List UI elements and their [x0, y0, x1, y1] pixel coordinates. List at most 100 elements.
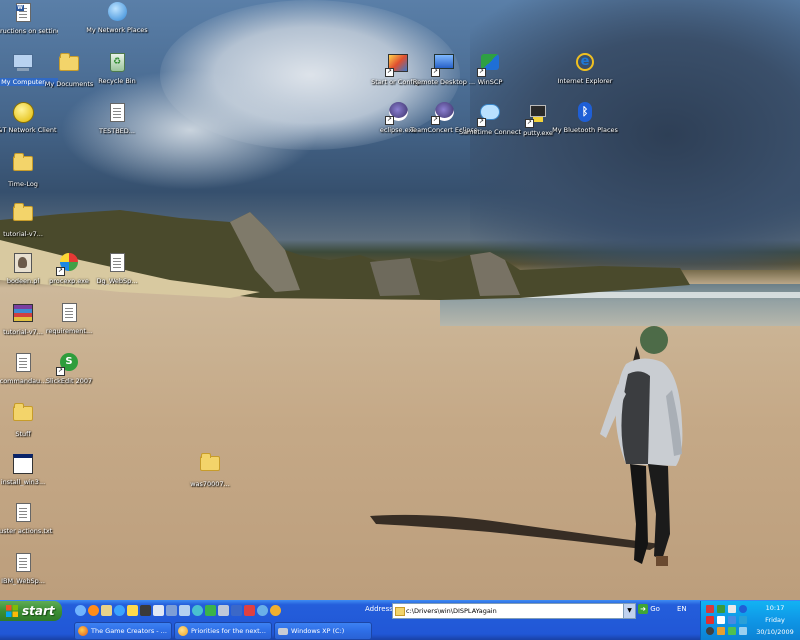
sametime-icon: ↗	[477, 104, 501, 127]
desktop-icon-label: TESTBED...	[99, 127, 135, 135]
taskbar-button-game-creators[interactable]: The Game Creators - ...	[74, 622, 172, 640]
folder-icon	[12, 403, 34, 428]
process-explorer-icon: ↗	[56, 253, 80, 276]
tray-security-icon[interactable]	[717, 627, 725, 635]
desktop-icon-requirements[interactable]: requirement...	[34, 301, 104, 335]
taskbar-button-windows-xp-c[interactable]: Windows XP (C:)	[274, 622, 372, 640]
desktop-icon-label: requirement...	[45, 327, 93, 335]
config-shortcut-icon: ↗	[385, 54, 409, 77]
remote-desktop-icon: ↗	[431, 54, 455, 77]
quick-launch-folder-icon[interactable]	[127, 605, 138, 616]
tray-alert-icon[interactable]	[706, 616, 714, 624]
desktop-icon-label: Recycle Bin	[98, 77, 136, 85]
go-button[interactable]: ➜ Go	[638, 604, 668, 616]
folder-icon	[12, 203, 34, 228]
tray-antivirus-icon[interactable]	[706, 605, 714, 613]
address-value: c:\Drivers\win\DISPLAYagain	[406, 607, 497, 615]
desktop-icon-recycle-bin[interactable]: ♻ Recycle Bin	[82, 51, 152, 85]
desktop-icon-stuff[interactable]: Stuff	[0, 401, 58, 438]
desktop-icon-internet-explorer[interactable]: e Internet Explorer	[550, 51, 620, 85]
tray-network-icon[interactable]	[717, 605, 725, 613]
clock-time: 10:17	[765, 604, 785, 612]
desktop-icon-cluster-actions[interactable]: cluster actions.txt	[0, 501, 58, 535]
desktop-icon-winscp[interactable]: ↗ WinSCP	[455, 51, 525, 86]
tray-user-icon[interactable]	[706, 627, 714, 635]
tray-printer-icon[interactable]	[728, 605, 736, 613]
desktop-icon-label: Internet Explorer	[557, 77, 613, 85]
word-document-icon: W	[12, 3, 34, 25]
quick-launch-window-icon[interactable]	[179, 605, 190, 616]
winscp-icon: ↗	[477, 54, 501, 77]
task-label: Priorities for the next...	[191, 627, 266, 635]
desktop-icon-label: My Network Places	[86, 26, 148, 34]
desktop-icon-my-bluetooth-places[interactable]: ᛒ My Bluetooth Places	[550, 101, 620, 134]
start-button[interactable]: start	[0, 601, 62, 621]
clock[interactable]: 10:17 Friday 30/10/2009	[752, 602, 798, 638]
language-indicator[interactable]: EN	[677, 605, 687, 613]
internet-explorer-icon: e	[574, 53, 596, 75]
putty-icon: ↗	[525, 105, 549, 128]
task-label: Windows XP (C:)	[291, 627, 345, 635]
desktop-icon-testbed[interactable]: TESTBED...	[82, 101, 152, 135]
desktop-icon-label: My Bluetooth Places	[552, 126, 618, 134]
my-computer-icon	[12, 54, 34, 76]
quick-launch-red-icon[interactable]	[244, 605, 255, 616]
text-file-icon	[12, 503, 34, 525]
att-globe-icon	[12, 102, 34, 124]
sametime-chat-icon	[178, 626, 188, 636]
quick-launch-green-icon[interactable]	[205, 605, 216, 616]
quick-launch-explorer-icon[interactable]	[101, 605, 112, 616]
perl-file-icon	[12, 253, 34, 275]
text-file-icon	[106, 103, 128, 125]
desktop-icon-my-network-places[interactable]: My Network Places	[82, 1, 152, 34]
network-places-icon	[106, 2, 128, 24]
desktop-icon-dg-websp[interactable]: Dg_WebSp...	[82, 251, 152, 285]
slickedit-icon: S ↗	[56, 353, 80, 376]
quick-launch-ie-icon[interactable]	[114, 605, 125, 616]
desktop-icon-instructions[interactable]: W Instructions on setting ...	[0, 1, 58, 35]
tray-display-icon[interactable]	[728, 616, 736, 624]
text-file-icon	[58, 303, 80, 325]
folder-icon	[199, 453, 221, 478]
tray-window-icon[interactable]	[717, 616, 725, 624]
quick-launch-browser-icon[interactable]	[75, 605, 86, 616]
desktop-icon-tutorial-folder[interactable]: tutorial-v7...	[0, 201, 58, 238]
quick-launch-calculator-icon[interactable]	[166, 605, 177, 616]
quick-launch-notepad-icon[interactable]	[153, 605, 164, 616]
desktop-icon-slickedit[interactable]: S ↗ SlickEdit 2007	[34, 351, 104, 385]
start-label: start	[22, 604, 55, 618]
quick-launch-search-icon[interactable]	[257, 605, 268, 616]
drive-icon	[278, 628, 288, 635]
go-label: Go	[650, 605, 660, 613]
quick-launch-blue-icon[interactable]	[231, 605, 242, 616]
desktop-icon-was70007[interactable]: was70007...	[175, 451, 245, 488]
tray-monitor-icon[interactable]	[728, 627, 736, 635]
text-file-icon	[106, 253, 128, 275]
quick-launch-firefox-icon[interactable]	[88, 605, 99, 616]
desktop-icon-label: tutorial-v7...	[3, 230, 43, 238]
desktop-wallpaper	[0, 0, 800, 600]
quick-launch-sametime-icon[interactable]	[270, 605, 281, 616]
window-app-icon	[12, 454, 34, 476]
quick-launch-terminal-icon[interactable]	[140, 605, 151, 616]
desktop-icon-att-network-client[interactable]: AT&T Network Client	[0, 101, 58, 134]
clock-day: Friday	[765, 616, 785, 624]
desktop-icon-ibm-websp[interactable]: IBM_WebSp...	[0, 551, 58, 585]
address-input[interactable]: c:\Drivers\win\DISPLAYagain ▼	[392, 603, 636, 619]
quick-launch-network-icon[interactable]	[218, 605, 229, 616]
tray-bluetooth-icon[interactable]	[739, 605, 747, 613]
desktop-icon-install-win[interactable]: install_win3...	[0, 451, 58, 486]
folder-icon	[395, 607, 405, 616]
address-bar-label: Address	[365, 605, 393, 613]
windows-flag-icon	[6, 605, 18, 617]
chevron-down-icon[interactable]: ▼	[623, 604, 635, 618]
go-arrow-icon: ➜	[638, 604, 648, 614]
quick-launch-chat-icon[interactable]	[192, 605, 203, 616]
desktop-icon-time-log[interactable]: Time-Log	[0, 151, 58, 188]
desktop-icon-label: Instructions on setting ...	[0, 27, 58, 35]
tray-volume-icon[interactable]	[739, 627, 747, 635]
folder-icon	[12, 153, 34, 178]
tray-connection-icon[interactable]	[739, 616, 747, 624]
wallpaper-person-walking	[600, 326, 683, 566]
taskbar-button-priorities[interactable]: Priorities for the next...	[174, 622, 272, 640]
